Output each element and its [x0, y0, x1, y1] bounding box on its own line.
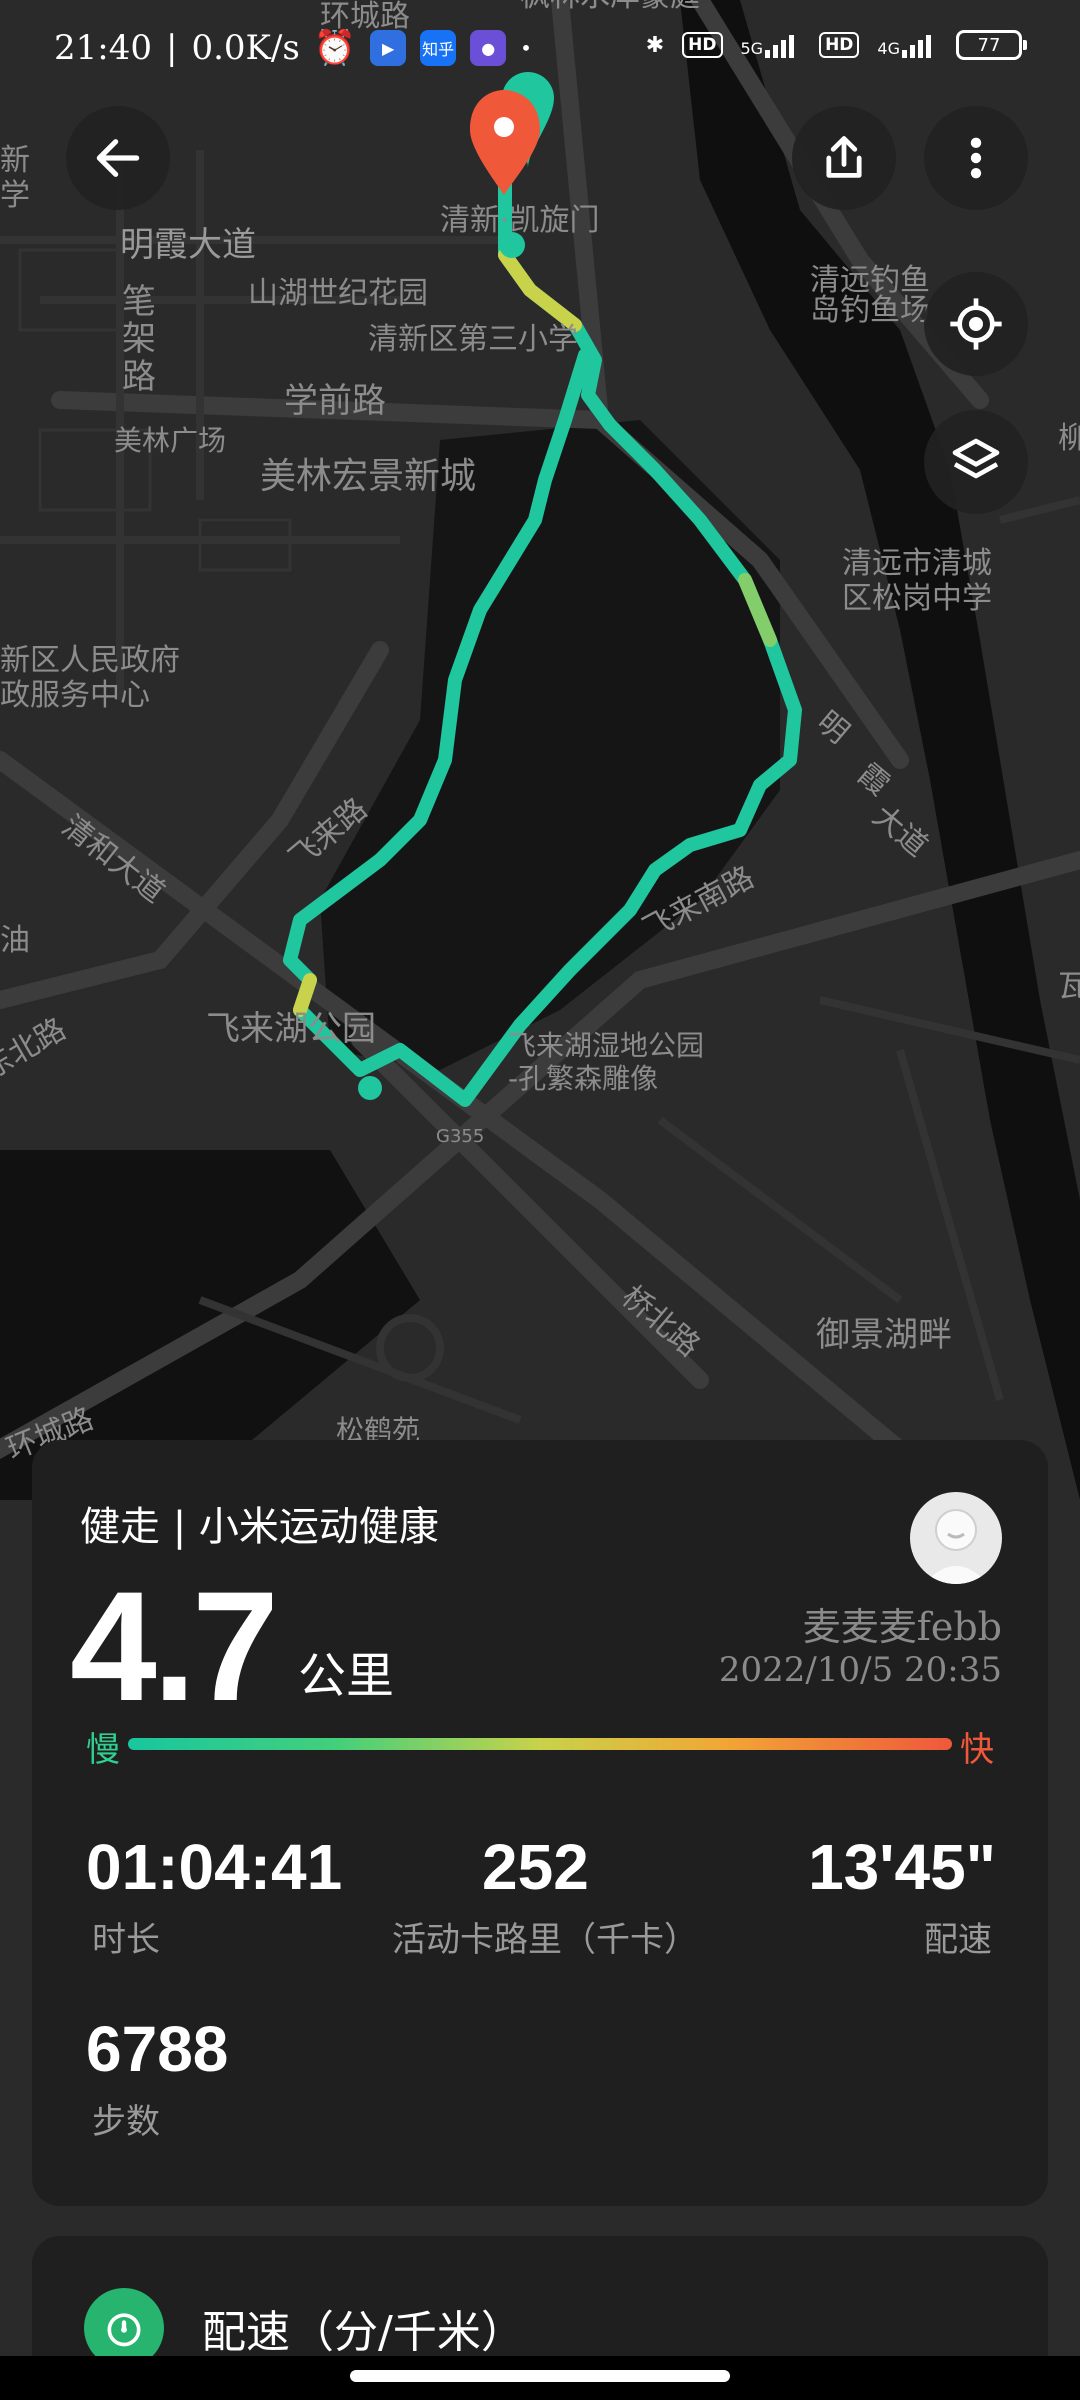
play-app-icon: ▶ — [370, 30, 407, 66]
more-button[interactable] — [924, 106, 1028, 210]
speed-gradient-bar — [128, 1738, 952, 1750]
map-label: 瓦 — [1058, 969, 1080, 1004]
map-label: 飞来湖湿地公园 — [508, 1029, 704, 1062]
duration-label: 时长 — [92, 1920, 160, 1960]
notification-dot-icon: • — [520, 36, 532, 60]
bluetooth-icon: ✱ — [645, 32, 665, 58]
map-label: 新 — [0, 143, 30, 178]
map-label: 山湖世纪花园 — [248, 276, 428, 311]
zhihu-app-icon: 知乎 — [420, 30, 457, 66]
signal-4g-icon: 4G — [877, 32, 938, 58]
map-label: 飞来湖公园 — [206, 1009, 376, 1049]
map-label: 学前路 — [284, 381, 386, 421]
layers-button[interactable] — [924, 410, 1028, 514]
navigation-bar — [0, 2356, 1080, 2400]
workout-title: 健走 | 小米运动健康 — [80, 1504, 439, 1550]
back-button[interactable] — [66, 106, 170, 210]
map-label: 清远市清城 — [842, 546, 992, 581]
signal-5g-icon: 5G — [741, 32, 802, 58]
distance-unit: 公里 — [298, 1648, 395, 1704]
user-avatar-icon — [924, 1509, 988, 1584]
alarm-icon: ⏰ — [313, 28, 357, 68]
locate-button[interactable] — [924, 272, 1028, 376]
hd-icon: HD — [819, 32, 860, 58]
map-label: 柳 — [1058, 421, 1080, 456]
avatar[interactable] — [910, 1492, 1002, 1584]
pace-value: 13'45" — [808, 1831, 996, 1903]
map-label: 油 — [0, 923, 30, 958]
map-label: 区松岗中学 — [842, 581, 992, 616]
steps-value: 6788 — [86, 2013, 229, 2085]
map-label: 政服务中心 — [0, 678, 150, 713]
back-arrow-icon — [96, 139, 140, 177]
pace-section-title: 配速（分/千米） — [202, 2307, 525, 2358]
share-button[interactable] — [792, 106, 896, 210]
map-label: 路 — [122, 357, 156, 397]
map-label: 清新区第三小学 — [368, 322, 578, 357]
map-label: 架 — [122, 319, 156, 359]
share-icon — [826, 136, 862, 178]
app-icon: ● — [470, 30, 507, 66]
home-indicator[interactable] — [350, 2370, 730, 2382]
pace-label: 配速 — [924, 1920, 992, 1960]
map-label: 美林广场 — [114, 424, 226, 457]
layers-icon — [952, 438, 1000, 479]
map-label: 御景湖畔 — [816, 1315, 952, 1355]
calories-value: 252 — [482, 1831, 589, 1903]
map-label: -孔繁森雕像 — [508, 1062, 658, 1095]
network-speed: 0.0K/s — [191, 28, 300, 68]
user-name: 麦麦麦febb — [802, 1605, 1002, 1649]
map-label: 明霞大道 — [120, 225, 256, 265]
map-label: 笔 — [122, 282, 156, 322]
workout-datetime: 2022/10/5 20:35 — [718, 1650, 1002, 1690]
duration-value: 01:04:41 — [86, 1831, 343, 1903]
hd-icon: HD — [682, 32, 723, 58]
map-label: 清新·凯旋门 — [440, 203, 600, 238]
locate-icon — [950, 298, 1002, 350]
status-divider: | — [165, 28, 178, 68]
slow-label: 慢 — [86, 1730, 120, 1770]
distance-value: 4.7 — [70, 1560, 279, 1734]
map-label: 美林宏景新城 — [260, 456, 476, 497]
status-bar: 21:40 | 0.0K/s ⏰ ▶ 知乎 ● • ✱ HD 5G HD 4G … — [0, 0, 1080, 100]
battery-icon: 77 — [956, 30, 1027, 60]
fast-label: 快 — [960, 1730, 994, 1770]
map-label: 岛钓鱼场 — [810, 293, 930, 328]
steps-label: 步数 — [92, 2102, 160, 2142]
signal-4g-label: 4G — [877, 39, 900, 58]
calories-label: 活动卡路里（千卡） — [392, 1920, 698, 1960]
signal-5g-label: 5G — [740, 39, 764, 58]
map-label: 新区人民政府 — [0, 643, 180, 678]
map-label: 学 — [0, 178, 30, 213]
more-vertical-icon — [970, 137, 982, 179]
map-label: G355 — [436, 1126, 484, 1147]
status-time: 21:40 — [54, 28, 152, 68]
workout-summary-card: 健走 | 小米运动健康 麦麦麦febb 2022/10/5 20:35 4.7 … — [32, 1440, 1048, 2206]
